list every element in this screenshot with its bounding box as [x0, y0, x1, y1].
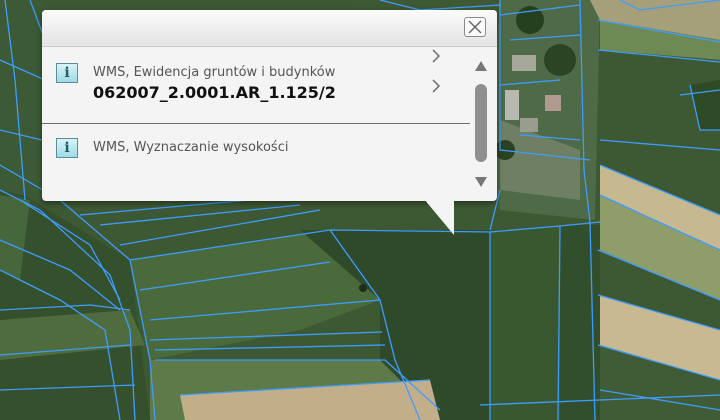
field-marker [359, 284, 367, 292]
popup-pointer [424, 199, 454, 235]
feature-info-item[interactable]: i WMS, Wyznaczanie wysokości [42, 124, 470, 200]
popup-scrollbar[interactable] [470, 60, 492, 196]
feature-info-popup: i WMS, Ewidencja gruntów i budynków 0620… [42, 10, 497, 201]
scroll-thumb[interactable] [475, 84, 487, 162]
info-icon: i [56, 63, 78, 83]
info-icon: i [56, 138, 78, 158]
scroll-down-icon[interactable] [474, 176, 488, 188]
parcel-id: 062007_2.0001.AR_1.125/2 [93, 83, 336, 102]
chevron-right-icon[interactable] [430, 77, 442, 95]
feature-info-item[interactable]: i WMS, Ewidencja gruntów i budynków 0620… [42, 47, 470, 124]
popup-header [42, 10, 497, 47]
close-button[interactable] [464, 17, 486, 37]
feature-info-list: i WMS, Ewidencja gruntów i budynków 0620… [42, 47, 470, 201]
close-icon [468, 20, 482, 34]
chevron-right-icon[interactable] [430, 47, 442, 65]
layer-title: WMS, Wyznaczanie wysokości [93, 140, 289, 155]
scroll-up-icon[interactable] [474, 60, 488, 72]
layer-title: WMS, Ewidencja gruntów i budynków [93, 65, 336, 80]
